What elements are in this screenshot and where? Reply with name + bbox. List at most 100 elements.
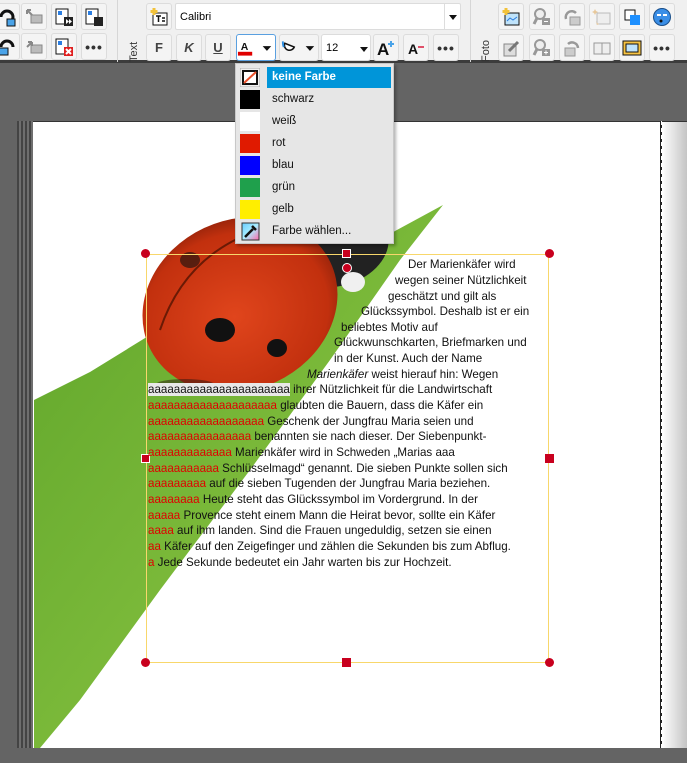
rotate-back-button[interactable] (0, 3, 20, 30)
photo-more-button[interactable]: ••• (649, 34, 675, 61)
insert-text-frame-button[interactable] (146, 3, 172, 30)
save-frame-button[interactable] (81, 3, 107, 30)
filler-text: aaaaa (148, 509, 181, 522)
save-frame-icon (85, 8, 103, 26)
face-mask-icon (653, 7, 671, 26)
rotate-image-icon (564, 40, 580, 56)
send-backward-button[interactable] (21, 3, 47, 30)
more-button[interactable]: ••• (81, 33, 107, 60)
filler-text: aaaaaaaaa (148, 477, 207, 490)
insert-photo-button[interactable] (498, 3, 524, 30)
text-group-label: Text (128, 41, 140, 62)
color-swatch (240, 90, 260, 109)
edit-image-icon (503, 40, 520, 56)
color-swatch (240, 156, 260, 175)
eyedropper-icon (241, 222, 260, 241)
text-run: weist hierauf hin: Wegen (368, 368, 499, 381)
text-line: Glückssymbol. Deshalb ist er ein (361, 305, 529, 319)
color-option[interactable]: grün (236, 176, 393, 198)
color-option[interactable]: blau (236, 154, 393, 176)
resize-handle-top[interactable] (342, 249, 351, 258)
text-line: in der Kunst. Auch der Name (334, 352, 482, 366)
filler-text: aaaaaaaaaaaaaaaaaaaa (148, 399, 277, 412)
text-run: beliebtes Motiv auf (341, 321, 438, 334)
text-run: glaubten die Bauern, dass die Käfer ein (276, 399, 484, 412)
more-icon: ••• (653, 39, 671, 56)
photo-shadow-button[interactable] (619, 3, 645, 30)
split-image-icon (593, 42, 611, 54)
resize-handle-bottom[interactable] (342, 658, 351, 667)
text-more-button[interactable]: ••• (433, 34, 459, 61)
delete-frame-button[interactable] (51, 33, 77, 60)
font-size-select[interactable]: 12 (321, 34, 371, 61)
frame-icon (622, 40, 642, 55)
text-run: Der Marienkäfer wird (408, 258, 516, 271)
color-swatch (240, 112, 260, 131)
color-swatch (240, 134, 260, 153)
bring-forward-button[interactable] (21, 33, 47, 60)
rotate-forward-button[interactable] (0, 33, 20, 60)
increase-font-size-button[interactable]: A (373, 34, 399, 61)
underline-button[interactable]: U (205, 34, 231, 61)
resize-handle-bottom-left[interactable] (141, 658, 150, 667)
photo-frame-button[interactable] (619, 34, 645, 61)
rotate-photo-right-button[interactable] (559, 3, 585, 30)
resize-handle-top-left[interactable] (141, 249, 150, 258)
resize-handle-top-right[interactable] (545, 249, 554, 258)
color-option[interactable]: weiß (236, 110, 393, 132)
text-line: aaaaaaaaaaaaaaaaaa Geschenk der Jungfrau… (148, 415, 474, 429)
rotate-handle[interactable] (342, 263, 352, 273)
color-option[interactable]: keine Farbe (236, 66, 393, 88)
color-option[interactable]: rot (236, 132, 393, 154)
effects-icon (592, 8, 611, 25)
rotate-icon (0, 39, 15, 55)
zoom-in-icon (532, 38, 550, 56)
text-run: Glückwunschkarten, Briefmarken und (334, 336, 527, 349)
filler-text: aaaaaaaaaaaaa (148, 446, 232, 459)
frame-next-button[interactable] (51, 3, 77, 30)
more-icon: ••• (85, 38, 103, 55)
separator (470, 0, 471, 62)
decrease-font-size-button[interactable]: A (403, 34, 429, 61)
text-line: a Jede Sekunde bedeutet ein Jahr warten … (148, 556, 452, 570)
text-run: auf ihm landen. Sind die Frauen ungeduld… (173, 524, 492, 537)
chevron-down-icon (449, 15, 457, 20)
color-option-label: blau (272, 159, 294, 171)
paint-bucket-icon (281, 40, 315, 51)
zoom-out-icon (532, 7, 550, 25)
more-icon: ••• (437, 39, 455, 56)
font-color-button[interactable]: A (236, 34, 276, 61)
photo-effects-button[interactable] (589, 3, 615, 30)
color-option[interactable]: Farbe wählen... (236, 220, 393, 242)
svg-text:A: A (408, 41, 418, 57)
filler-text: aaaaaaaaaaa (148, 462, 219, 475)
frame-forward-icon (55, 8, 73, 26)
italic-button[interactable]: K (176, 34, 202, 61)
text-run: Marienkäfer wird in Schweden „Marias aaa (231, 446, 455, 459)
split-photo-button[interactable] (589, 34, 615, 61)
font-dropdown-button[interactable] (444, 4, 460, 29)
photo-mask-button[interactable] (649, 3, 675, 30)
color-option[interactable]: gelb (236, 198, 393, 220)
font-family-select[interactable]: Calibri (175, 3, 461, 30)
text-run: Schlüsselmagd“ genannt. Die sieben Punkt… (218, 462, 508, 475)
resize-handle-right[interactable] (545, 454, 554, 463)
zoom-in-photo-button[interactable] (529, 34, 555, 61)
font-color-icon: A (237, 41, 272, 56)
fill-color-button[interactable] (279, 34, 319, 61)
rotate-photo-left-button[interactable] (559, 34, 585, 61)
edit-photo-button[interactable] (498, 34, 524, 61)
filler-text: aaaaaaaaaaaaaaaaaa (148, 415, 265, 428)
text-run: ihrer Nützlichkeit für die Landwirtschaf… (289, 383, 493, 396)
resize-handle-bottom-right[interactable] (545, 658, 554, 667)
color-option-label: weiß (272, 115, 297, 127)
bold-button[interactable]: F (146, 34, 172, 61)
zoom-out-photo-button[interactable] (529, 3, 555, 30)
text-line: aaaaaaaaaaaaaaaa benannten sie nach dies… (148, 430, 486, 444)
svg-text:A: A (377, 40, 389, 58)
page-margin-guide (660, 121, 662, 748)
text-line: wegen seiner Nützlichkeit (395, 274, 526, 288)
text-line: beliebtes Motiv auf (341, 321, 438, 335)
text-line: aaaaa Provence steht einem Mann die Heir… (148, 509, 495, 523)
color-option[interactable]: schwarz (236, 88, 393, 110)
